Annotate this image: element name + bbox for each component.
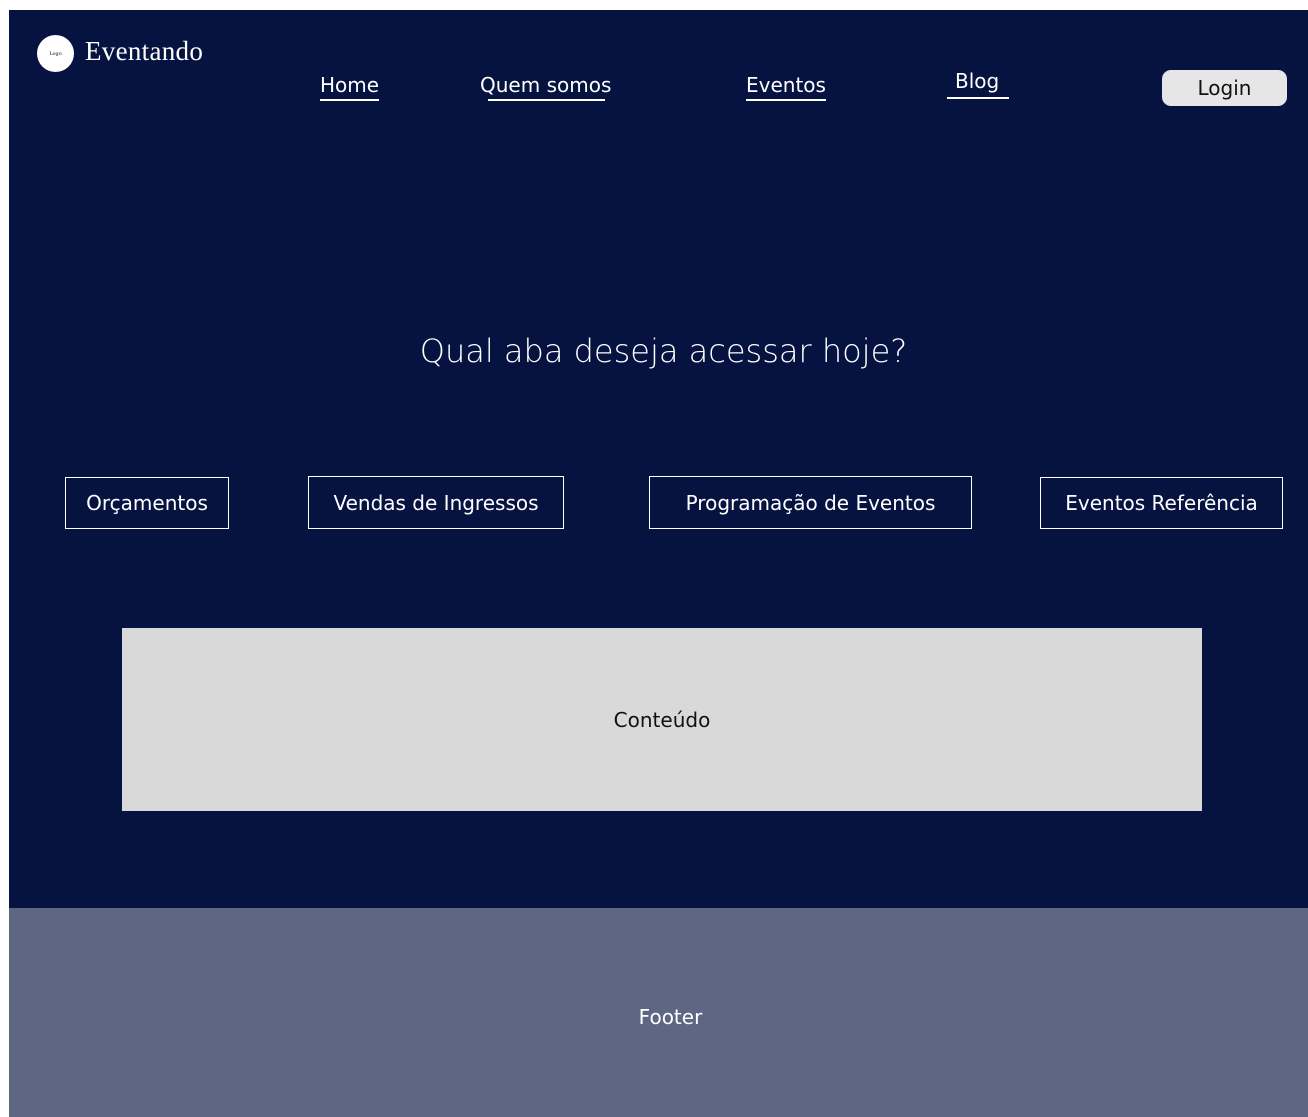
tab-orcamentos[interactable]: Orçamentos [65,477,229,529]
brand-name: Eventando [85,36,204,66]
tab-vendas-de-ingressos[interactable]: Vendas de Ingressos [308,476,564,529]
brand-logo[interactable]: Logo Eventando [37,35,203,72]
nav-link-quem-somos[interactable]: Quem somos [480,73,612,101]
nav-link-blog-label: Blog [955,69,1000,93]
nav-underline [947,97,1010,99]
nav-link-home[interactable]: Home [320,73,380,101]
nav-link-eventos-label: Eventos [746,73,826,97]
tab-programacao-de-eventos[interactable]: Programação de Eventos [649,476,972,529]
login-button[interactable]: Login [1162,70,1287,106]
footer-label: Footer [638,1004,703,1029]
footer: Footer [9,908,1308,1117]
logo-icon: Logo [37,35,74,72]
nav-underline [746,99,826,101]
nav-underline [320,99,380,101]
nav-link-quem-somos-label: Quem somos [480,73,612,97]
nav-link-eventos[interactable]: Eventos [746,73,826,101]
nav-underline [488,99,606,101]
nav-link-home-label: Home [320,73,380,97]
nav-link-blog[interactable]: Blog [947,69,1010,99]
tab-eventos-referencia[interactable]: Eventos Referência [1040,477,1283,529]
content-label: Conteúdo [613,707,711,732]
page-question: Qual aba deseja acessar hoje? [419,332,908,370]
page-frame: Logo Eventando Home Quem somos Eventos B… [9,10,1308,1117]
content-area: Conteúdo [122,628,1202,811]
